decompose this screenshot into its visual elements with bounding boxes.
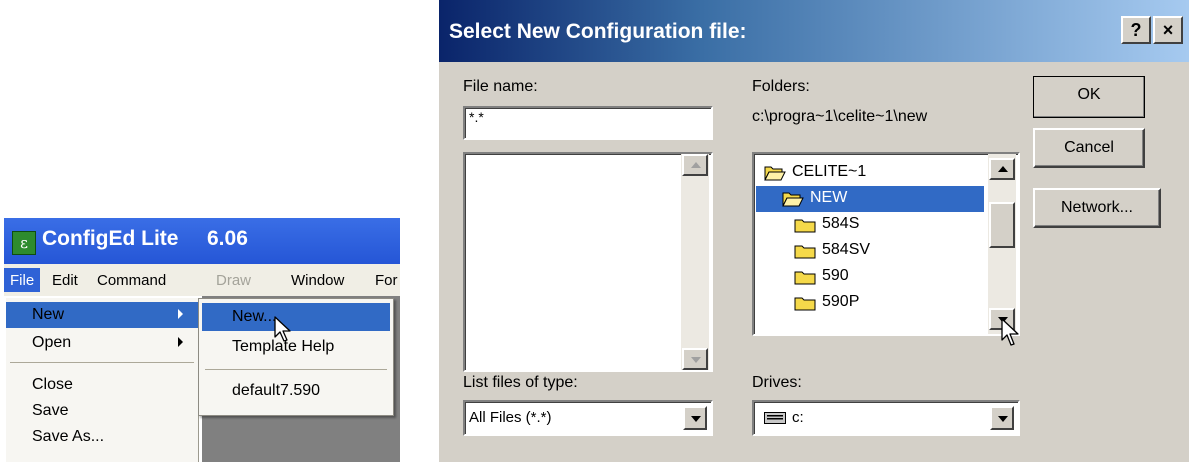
scroll-up-button[interactable] <box>989 158 1015 180</box>
file-menu-dropdown: New Open Close Save Save As... <box>6 298 199 462</box>
scroll-up-button <box>682 154 708 176</box>
folders-scrollbar[interactable] <box>988 154 1016 334</box>
new-submenu: New... Template Help default7.590 <box>198 298 394 416</box>
menu-window[interactable]: Window <box>291 272 344 289</box>
folder-icon <box>794 245 816 259</box>
submenu-arrow-icon <box>178 337 183 347</box>
close-button[interactable]: × <box>1153 16 1183 44</box>
folder-item-590[interactable]: 590 <box>756 264 982 290</box>
drives-label: Drives: <box>752 374 802 391</box>
folders-path: c:\progra~1\celite~1\new <box>752 108 928 125</box>
menu-format[interactable]: For <box>375 272 398 289</box>
menu-bar: File Edit Command Draw Window For <box>4 264 400 296</box>
submenu-arrow-icon <box>178 309 183 319</box>
mouse-pointer-icon <box>274 316 291 342</box>
folder-item-590p[interactable]: 590P <box>756 290 982 316</box>
folder-item-584sv[interactable]: 584SV <box>756 238 982 264</box>
files-listbox[interactable] <box>463 152 713 372</box>
chevron-down-icon <box>691 416 701 422</box>
menu-draw: Draw <box>216 272 252 289</box>
folders-label: Folders: <box>752 78 810 95</box>
app-title: ConfigEd Lite <box>42 227 179 250</box>
drive-select[interactable]: c: <box>752 400 1020 436</box>
file-menu-item-save[interactable]: Save <box>6 398 198 424</box>
app-logo-icon: ε <box>12 231 36 255</box>
down-arrow-icon <box>691 357 701 363</box>
up-arrow-icon <box>998 166 1008 172</box>
drive-value: c: <box>792 409 804 426</box>
open-folder-icon <box>764 166 786 181</box>
dialog-title: Select New Configuration file: <box>449 20 747 43</box>
menu-command[interactable]: Command <box>97 272 166 289</box>
file-type-value: All Files (*.*) <box>469 409 552 426</box>
file-menu-item-save-as: Save As... <box>32 428 105 445</box>
app-version: 6.06 <box>207 227 248 250</box>
ok-button[interactable]: OK <box>1033 76 1145 118</box>
network-button[interactable]: Network... <box>1033 188 1161 228</box>
folder-icon <box>794 271 816 285</box>
open-folder-icon <box>782 192 804 207</box>
submenu-item-template-help[interactable]: Template Help <box>202 333 390 361</box>
folder-item-584s[interactable]: 584S <box>756 212 982 238</box>
scroll-thumb[interactable] <box>989 202 1015 248</box>
file-menu-item-open[interactable]: Open <box>6 330 198 356</box>
folder-item-new[interactable]: NEW <box>756 186 984 212</box>
file-name-label: File name: <box>463 78 538 95</box>
folder-icon <box>794 297 816 311</box>
file-name-input[interactable]: *.* <box>463 106 713 140</box>
menu-file[interactable]: File <box>4 268 40 292</box>
scroll-down-button <box>682 348 708 370</box>
file-menu-item-close: Close <box>32 376 73 393</box>
files-scrollbar[interactable] <box>681 154 709 370</box>
submenu-item-new[interactable]: New... <box>202 303 390 331</box>
hard-drive-icon <box>764 412 786 424</box>
file-type-select[interactable]: All Files (*.*) <box>463 400 713 436</box>
menu-separator <box>205 369 387 370</box>
select-config-dialog: Select New Configuration file: ? × File … <box>439 0 1189 462</box>
folder-icon <box>794 219 816 233</box>
submenu-item-default7-590[interactable]: default7.590 <box>202 377 390 405</box>
up-arrow-icon <box>691 162 701 168</box>
list-type-label: List files of type: <box>463 374 578 391</box>
menu-separator <box>10 362 194 363</box>
help-button[interactable]: ? <box>1121 16 1151 44</box>
folders-listbox[interactable]: CELITE~1 NEW 584S 584SV 590 590P <box>752 152 1020 336</box>
chevron-down-icon <box>998 416 1008 422</box>
file-name-value: *.* <box>469 109 484 125</box>
app-title-bar: ε ConfigEd Lite 6.06 <box>4 218 400 264</box>
cancel-button[interactable]: Cancel <box>1033 128 1145 168</box>
dialog-title-bar: Select New Configuration file: ? × <box>439 0 1189 62</box>
configed-app-window: ε ConfigEd Lite 6.06 File Edit Command D… <box>4 218 400 462</box>
file-menu-item-new[interactable]: New <box>6 302 198 328</box>
menu-edit[interactable]: Edit <box>52 272 78 289</box>
folder-item-celite[interactable]: CELITE~1 <box>756 160 982 186</box>
drive-dropdown-button[interactable] <box>990 406 1014 430</box>
mouse-pointer-icon <box>1001 318 1019 346</box>
file-type-dropdown-button[interactable] <box>683 406 707 430</box>
